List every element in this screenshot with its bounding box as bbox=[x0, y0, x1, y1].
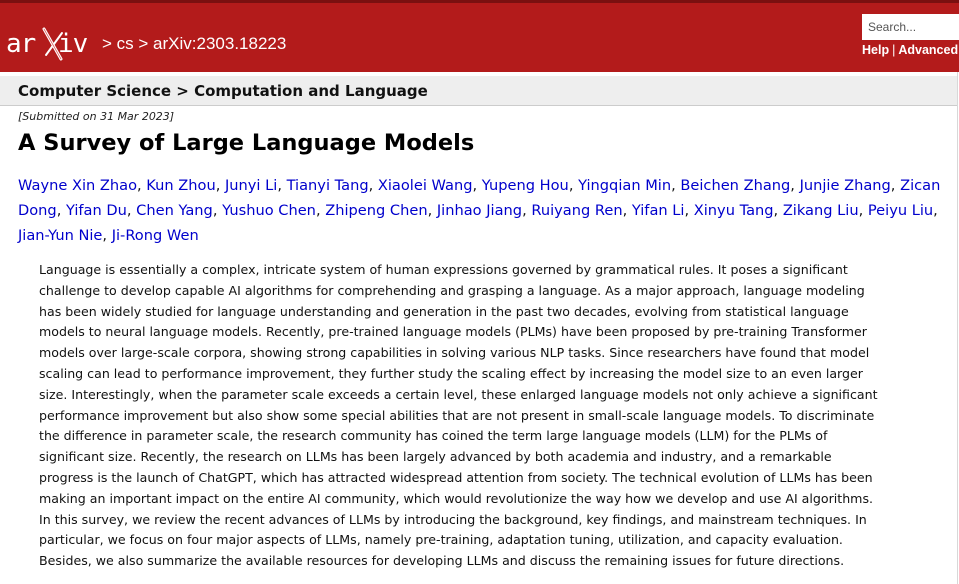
abstract-line: challenge to develop capable AI algorith… bbox=[39, 282, 865, 298]
site-header: ar iv > cs > arXiv:2303.18223 Help|Advan… bbox=[0, 0, 959, 72]
abstract-line: particular, we focus on four major aspec… bbox=[39, 532, 843, 548]
category-bar: Computer Science > Computation and Langu… bbox=[0, 76, 957, 106]
author-link[interactable]: Wayne Xin Zhao bbox=[18, 177, 137, 194]
abstract-line: performance improvement but also show so… bbox=[39, 407, 875, 423]
author-link[interactable]: Yingqian Min bbox=[578, 177, 671, 194]
abstract-line: In this survey, we review the recent adv… bbox=[39, 511, 867, 527]
author-separator: , bbox=[622, 202, 632, 219]
author-link[interactable]: Ji-Rong Wen bbox=[112, 227, 199, 244]
author-link[interactable]: Yupeng Hou bbox=[482, 177, 569, 194]
author-link[interactable]: Chen Yang bbox=[136, 202, 213, 219]
author-link[interactable]: Jinhao Jiang bbox=[437, 202, 522, 219]
author-separator: , bbox=[212, 202, 223, 219]
abstract-line: has been widely studied for language und… bbox=[39, 303, 849, 319]
author-link[interactable]: Peiyu Liu bbox=[868, 202, 933, 219]
paper-title: A Survey of Large Language Models bbox=[18, 130, 475, 156]
author-separator: , bbox=[671, 177, 681, 194]
author-separator: , bbox=[773, 202, 783, 219]
author-link[interactable]: Xiaolei Wang bbox=[378, 177, 473, 194]
author-separator: , bbox=[126, 202, 137, 219]
author-separator: , bbox=[858, 202, 868, 219]
author-link[interactable]: Jian-Yun Nie bbox=[18, 227, 102, 244]
author-link[interactable]: Beichen Zhang bbox=[680, 177, 790, 194]
svg-text:ar: ar bbox=[6, 29, 36, 59]
submission-date: [Submitted on 31 Mar 2023] bbox=[18, 110, 175, 123]
author-list: Wayne Xin Zhao, Kun Zhou, Junyi Li, Tian… bbox=[18, 173, 953, 248]
author-link[interactable]: Ruiyang Ren bbox=[531, 202, 622, 219]
author-separator: , bbox=[890, 177, 901, 194]
author-link[interactable]: Yushuo Chen bbox=[222, 202, 316, 219]
author-link[interactable]: Yifan Du bbox=[66, 202, 127, 219]
author-separator: , bbox=[315, 202, 326, 219]
abstract-line: significant size. Recently, the research… bbox=[39, 449, 832, 465]
author-link[interactable]: Xinyu Tang bbox=[694, 202, 774, 219]
author-separator: , bbox=[684, 202, 694, 219]
link-separator: | bbox=[892, 43, 896, 57]
author-link[interactable]: Zikang Liu bbox=[783, 202, 859, 219]
breadcrumb-cs[interactable]: > cs bbox=[102, 34, 134, 54]
abstract-line: the difference in parameter scale, the r… bbox=[39, 428, 828, 444]
abstract-line: making an important impact on the entire… bbox=[39, 490, 874, 506]
abstract-line: scaling can lead to performance improvem… bbox=[39, 365, 863, 381]
author-separator: , bbox=[790, 177, 800, 194]
breadcrumb: > cs > arXiv:2303.18223 bbox=[102, 34, 286, 54]
author-separator: , bbox=[137, 177, 147, 194]
author-separator: , bbox=[277, 177, 287, 194]
author-separator: , bbox=[368, 177, 378, 194]
author-link[interactable]: Yifan Li bbox=[632, 202, 685, 219]
arxiv-logo-icon: ar iv bbox=[6, 27, 89, 61]
author-separator: , bbox=[102, 227, 112, 244]
author-link[interactable]: Tianyi Tang bbox=[287, 177, 369, 194]
arxiv-logo[interactable]: ar iv bbox=[6, 25, 102, 61]
author-separator: , bbox=[568, 177, 579, 194]
author-separator: , bbox=[933, 202, 938, 219]
abstract-line: size. Interestingly, when the parameter … bbox=[39, 386, 878, 402]
abstract: Language is essentially a complex, intri… bbox=[39, 260, 919, 572]
author-separator: , bbox=[522, 202, 532, 219]
abstract-line: progress is the launch of ChatGPT, which… bbox=[39, 469, 873, 485]
author-link[interactable]: Zhipeng Chen bbox=[325, 202, 427, 219]
category-heading: Computer Science > Computation and Langu… bbox=[18, 82, 428, 100]
help-link[interactable]: Help bbox=[862, 43, 889, 57]
author-link[interactable]: Junyi Li bbox=[225, 177, 277, 194]
abstract-line: Besides, we also summarize the available… bbox=[39, 553, 845, 569]
breadcrumb-paper-id[interactable]: > arXiv:2303.18223 bbox=[138, 34, 286, 54]
author-separator: , bbox=[427, 202, 437, 219]
author-separator: , bbox=[215, 177, 225, 194]
header-links: Help | Advanced bbox=[862, 43, 958, 57]
search-input[interactable] bbox=[862, 14, 959, 40]
main-content: Computer Science > Computation and Langu… bbox=[0, 72, 959, 584]
author-link[interactable]: Junjie Zhang bbox=[800, 177, 891, 194]
author-link[interactable]: Kun Zhou bbox=[146, 177, 215, 194]
abstract-line: models over large-scale corpora, showing… bbox=[39, 345, 870, 361]
advanced-search-link[interactable]: Advanced bbox=[898, 43, 958, 57]
abstract-line: Language is essentially a complex, intri… bbox=[39, 262, 848, 277]
author-separator: , bbox=[472, 177, 482, 194]
abstract-line: models to neural language models. Recent… bbox=[39, 324, 867, 340]
author-separator: , bbox=[56, 202, 66, 219]
